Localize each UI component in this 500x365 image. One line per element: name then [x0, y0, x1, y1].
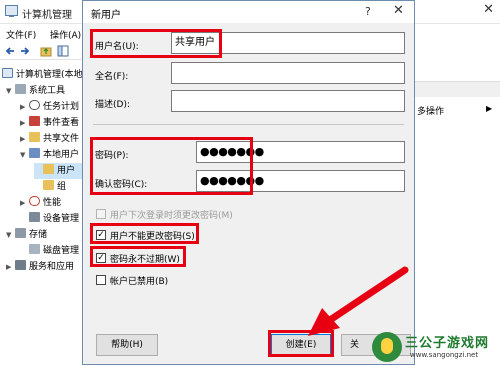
menu-file[interactable]: 文件(F) [6, 28, 36, 41]
tree-item-event-viewer[interactable]: ▶ 事件查看 [20, 115, 79, 131]
password-never-expires-checkbox[interactable]: ✓ [96, 253, 106, 263]
watermark: 三公子游戏网 www.sangongzi.net [372, 330, 500, 365]
back-arrow-icon[interactable] [4, 45, 16, 57]
expand-arrow-icon[interactable]: ▼ [6, 227, 15, 243]
tree-item-groups[interactable]: 组 [34, 179, 66, 195]
separator [93, 124, 404, 125]
watermark-name: 三公子游戏网 [405, 336, 490, 351]
up-folder-icon[interactable] [40, 45, 52, 57]
expand-arrow-icon[interactable]: ▶ [20, 131, 29, 147]
tree-item-task-scheduler[interactable]: ▶ 任务计划 [20, 99, 79, 115]
expand-arrow-icon[interactable]: ▼ [6, 83, 15, 99]
account-disabled-label: 帐户已禁用(B) [110, 277, 169, 287]
toolbar [0, 42, 90, 60]
help-button[interactable]: 帮助(H) [96, 334, 158, 356]
folder-icon [43, 180, 54, 190]
account-disabled-checkbox[interactable] [96, 275, 106, 285]
password-never-expires-label: 密码永不过期(W) [110, 255, 180, 265]
must-change-password-label: 用户下次登录时须更改密码(M) [110, 211, 233, 221]
show-hide-tree-icon[interactable] [57, 45, 69, 57]
expand-arrow-icon[interactable]: ▶ [20, 99, 29, 115]
tree-item-computer-management[interactable]: 计算机管理(本地 [2, 67, 83, 83]
system-tools-icon [15, 84, 26, 94]
services-icon [15, 260, 26, 270]
tree-item-local-users[interactable]: ▼ 本地用户 [20, 147, 79, 163]
forward-arrow-icon[interactable] [19, 45, 31, 57]
password-label: 密码(P): [95, 151, 129, 161]
expand-arrow-icon[interactable]: ▶ [20, 195, 29, 211]
background-close-icon[interactable]: ✕ [483, 2, 494, 17]
watermark-logo-icon [372, 332, 402, 362]
navigation-tree: 计算机管理(本地 ▼ 系统工具 ▶ 任务计划 ▶ 事件查看 ▶ 共享文件 ▼ 本地用户 用… [0, 62, 90, 365]
disk-icon [29, 244, 40, 254]
folder-icon [43, 164, 54, 174]
menu-bar: 文件(F) 操作(A) [0, 25, 90, 41]
dialog-title: 新用户 [91, 10, 121, 21]
cannot-change-password-label: 用户不能更改密码(S) [110, 232, 195, 242]
more-actions-arrow-icon[interactable]: ▶ [486, 104, 492, 113]
description-label: 描述(D): [95, 100, 130, 110]
tree-item-device-manager[interactable]: 设备管理 [20, 211, 79, 227]
username-field[interactable]: 共享用户 [171, 32, 405, 54]
shared-folder-icon [29, 132, 40, 142]
description-field[interactable] [171, 90, 405, 112]
users-icon [29, 148, 40, 158]
close-icon[interactable]: ✕ [393, 3, 404, 18]
confirm-password-label: 确认密码(C): [95, 180, 148, 190]
fullname-label: 全名(F): [95, 72, 129, 82]
storage-icon [15, 228, 26, 238]
must-change-password-checkbox[interactable] [96, 209, 106, 219]
expand-arrow-icon[interactable]: ▶ [6, 259, 15, 275]
tree-item-storage[interactable]: ▼ 存储 [6, 227, 47, 243]
more-actions-label[interactable]: 多操作 [417, 104, 444, 117]
event-viewer-icon [29, 116, 40, 126]
confirm-password-field[interactable]: ●●●●●●● [196, 170, 405, 192]
tree-item-disk-management[interactable]: 磁盘管理 [20, 243, 79, 259]
tree-item-shared-folders[interactable]: ▶ 共享文件 [20, 131, 79, 147]
username-label: 用户名(U): [95, 42, 139, 52]
help-icon[interactable]: ? [365, 5, 371, 18]
dialog-titlebar: 新用户 ? ✕ [83, 1, 414, 23]
actions-header [415, 81, 500, 97]
tree-item-services-apps[interactable]: ▶ 服务和应用 [6, 259, 74, 275]
expand-arrow-icon[interactable]: ▼ [20, 147, 29, 163]
menu-action[interactable]: 操作(A) [50, 28, 81, 41]
tree-item-performance[interactable]: ▶ 性能 [20, 195, 61, 211]
actions-panel [415, 24, 500, 365]
fullname-field[interactable] [171, 62, 405, 84]
computer-management-icon [5, 5, 18, 17]
tree-item-system-tools[interactable]: ▼ 系统工具 [6, 83, 65, 99]
clock-icon [29, 100, 40, 110]
performance-icon [29, 196, 40, 206]
device-manager-icon [29, 212, 40, 222]
password-field[interactable]: ●●●●●●● [196, 141, 405, 163]
expand-arrow-icon[interactable]: ▶ [20, 115, 29, 131]
watermark-url: www.sangongzi.net [410, 351, 479, 359]
background-window-title: 计算机管理 [22, 10, 72, 21]
cannot-change-password-checkbox[interactable]: ✓ [96, 230, 106, 240]
computer-icon [2, 68, 13, 78]
